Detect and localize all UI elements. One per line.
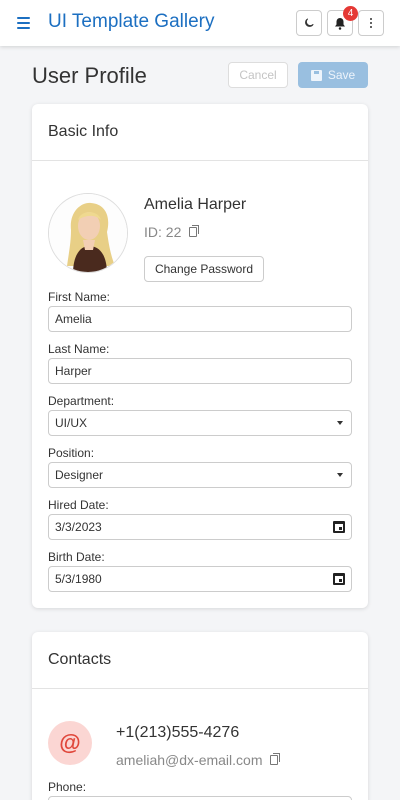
user-name: Amelia Harper — [144, 196, 247, 213]
chevron-down-icon — [337, 421, 343, 425]
at-sign-icon: @ — [48, 721, 92, 765]
birth-date-field[interactable]: 5/3/1980 — [48, 566, 352, 592]
avatar-photo — [49, 194, 127, 272]
basic-info-card: Basic Info Amelia Harper ID: 22 Change P… — [32, 104, 368, 608]
user-id: ID: 22 — [144, 224, 200, 240]
moon-icon — [305, 18, 314, 27]
copy-icon[interactable] — [189, 225, 200, 237]
cancel-button[interactable]: Cancel — [228, 62, 288, 88]
chevron-down-icon — [337, 473, 343, 477]
contact-phone: +1(213)555-4276 — [116, 724, 240, 741]
birth-date-label: Birth Date: — [48, 550, 105, 564]
save-icon — [310, 69, 322, 81]
position-value: Designer — [55, 468, 104, 482]
contact-email: ameliah@dx-email.com — [116, 752, 281, 768]
card-divider — [32, 160, 368, 161]
department-select[interactable]: UI/UX — [48, 410, 352, 436]
app-title[interactable]: UI Template Gallery — [48, 11, 215, 33]
contacts-title: Contacts — [48, 651, 112, 668]
calendar-icon[interactable] — [333, 521, 345, 533]
contact-email-text: ameliah@dx-email.com — [116, 752, 263, 768]
basic-info-title: Basic Info — [48, 123, 119, 140]
position-label: Position: — [48, 446, 95, 460]
card-divider — [32, 688, 368, 689]
department-value: UI/UX — [55, 416, 88, 430]
department-label: Department: — [48, 394, 115, 408]
hired-date-value: 3/3/2023 — [55, 520, 102, 534]
more-options-button[interactable] — [358, 10, 384, 36]
change-password-button[interactable]: Change Password — [144, 256, 264, 282]
last-name-label: Last Name: — [48, 342, 110, 356]
save-button[interactable]: Save — [298, 62, 368, 88]
phone-label: Phone: — [48, 780, 87, 794]
notifications-badge: 4 — [343, 6, 358, 21]
calendar-icon[interactable] — [333, 573, 345, 585]
last-name-field[interactable]: Harper — [48, 358, 352, 384]
contacts-card: Contacts @ +1(213)555-4276 ameliah@dx-em… — [32, 632, 368, 800]
save-button-label: Save — [327, 68, 356, 82]
first-name-field[interactable]: Amelia — [48, 306, 352, 332]
position-select[interactable]: Designer — [48, 462, 352, 488]
phone-field[interactable] — [48, 796, 352, 800]
user-id-text: ID: 22 — [144, 224, 182, 240]
copy-icon[interactable] — [270, 753, 281, 765]
theme-toggle-button[interactable] — [296, 10, 322, 36]
hired-date-label: Hired Date: — [48, 498, 109, 512]
page-title: User Profile — [32, 63, 147, 88]
hamburger-menu-icon[interactable] — [14, 13, 34, 33]
avatar — [48, 193, 128, 273]
birth-date-value: 5/3/1980 — [55, 572, 102, 586]
hired-date-field[interactable]: 3/3/2023 — [48, 514, 352, 540]
first-name-label: First Name: — [48, 290, 111, 304]
notifications-button[interactable]: 4 — [327, 6, 358, 36]
more-vertical-icon — [370, 18, 372, 28]
top-app-bar: UI Template Gallery 4 — [0, 0, 400, 46]
